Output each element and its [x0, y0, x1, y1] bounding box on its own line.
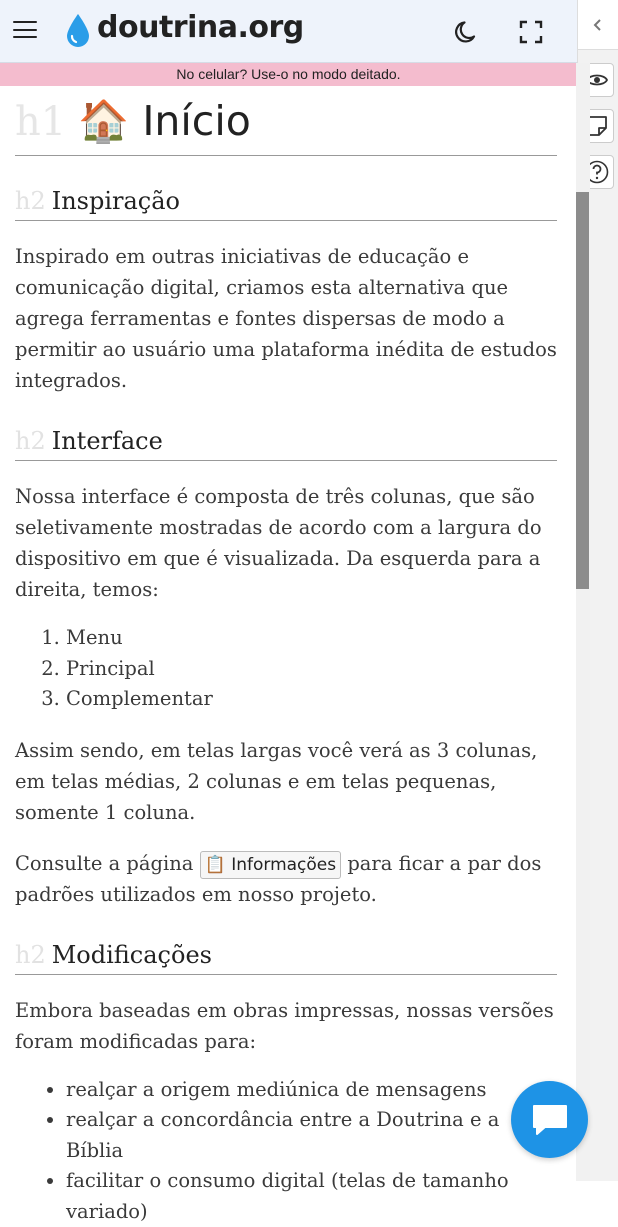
- fullscreen-icon[interactable]: [519, 20, 543, 44]
- chat-button[interactable]: [511, 1081, 588, 1158]
- informacoes-link[interactable]: 📋 Informações: [200, 851, 341, 879]
- paragraph: Nossa interface é composta de três colun…: [15, 481, 557, 605]
- list-item: realçar a origem mediúnica de mensagens: [66, 1075, 557, 1106]
- heading-level-tag: h2: [15, 941, 46, 969]
- site-logo[interactable]: doutrina.org: [97, 10, 304, 45]
- bullet-list: realçar a origem mediúnica de mensagens …: [15, 1075, 557, 1227]
- paragraph: Inspirado em outras iniciativas de educa…: [15, 241, 557, 396]
- section-heading-inspiracao: h2Inspiração: [15, 186, 557, 221]
- informacoes-link-label: Informações: [231, 855, 336, 875]
- section-heading-text: Modificações: [52, 941, 212, 969]
- heading-level-tag: h1: [15, 99, 66, 145]
- list-item: realçar a concordância entre a Doutrina …: [66, 1105, 557, 1166]
- paragraph: Consulte a página 📋 Informações para fic…: [15, 848, 557, 910]
- section-heading-text: Interface: [52, 427, 163, 455]
- list-item: Principal: [66, 654, 557, 685]
- scrollbar-thumb[interactable]: [576, 192, 589, 589]
- section-heading-interface: h2Interface: [15, 426, 557, 461]
- main-content: h1🏠 Início h2Inspiração Inspirado em out…: [15, 86, 557, 1227]
- list-item: Complementar: [66, 684, 557, 715]
- paragraph-text: Consulte a página: [15, 852, 200, 875]
- heading-level-tag: h2: [15, 187, 46, 215]
- page-title: h1 🏠 Início: [15, 96, 557, 156]
- house-icon: 🏠: [78, 97, 129, 145]
- list-item: Menu: [66, 623, 557, 654]
- section-heading-text: Inspiração: [52, 187, 180, 215]
- top-header: doutrina.org: [0, 0, 577, 63]
- chevron-left-icon: [578, 0, 618, 50]
- paragraph: Assim sendo, em telas largas você verá a…: [15, 735, 557, 828]
- water-drop-icon: [65, 13, 91, 49]
- chat-bubble-icon: [531, 1103, 569, 1137]
- section-heading-modificacoes: h2Modificações: [15, 940, 557, 975]
- clipboard-icon: 📋: [205, 855, 226, 875]
- heading-level-tag: h2: [15, 427, 46, 455]
- paragraph: Embora baseadas em obras impressas, noss…: [15, 995, 557, 1057]
- ordered-list: Menu Principal Complementar: [15, 623, 557, 715]
- list-item: facilitar o consumo digital (telas de ta…: [66, 1166, 557, 1227]
- page-title-text: Início: [142, 97, 251, 145]
- orientation-banner: No celular? Use-o no modo deitado.: [0, 63, 577, 86]
- menu-icon[interactable]: [13, 21, 37, 39]
- collapse-panel-button[interactable]: [578, 0, 618, 50]
- moon-icon[interactable]: [454, 19, 480, 45]
